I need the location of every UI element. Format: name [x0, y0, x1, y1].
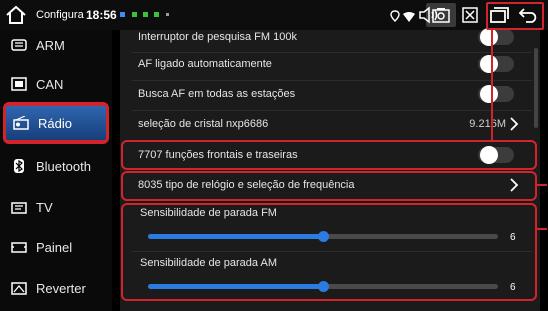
fm-100k-toggle[interactable]	[478, 28, 514, 46]
highlight-topright	[486, 2, 544, 30]
sidebar-item-tv[interactable]: TV	[4, 188, 108, 226]
sidebar-item-painel[interactable]: Painel	[4, 228, 108, 266]
sidebar-item-label: Reverter	[36, 280, 86, 296]
reverse-camera-icon	[10, 280, 28, 296]
settings-sidebar: ARM CAN Rádio Bluetooth TV Painel Revert…	[0, 30, 112, 311]
scrollbar[interactable]	[534, 48, 538, 128]
clock: 18:56	[86, 8, 117, 22]
setting-label: seleção de cristal nxp6686	[138, 118, 269, 130]
bluetooth-icon	[10, 158, 28, 174]
setting-row-af-auto[interactable]: AF ligado automaticamente	[120, 49, 532, 79]
annotation-line	[537, 184, 547, 186]
setting-label: Busca AF em todas as estações	[138, 88, 296, 100]
setting-row-af-search[interactable]: Busca AF em todas as estações	[120, 79, 532, 109]
notification-icon	[132, 12, 137, 17]
home-icon[interactable]	[4, 4, 28, 26]
chip-icon	[10, 37, 28, 53]
setting-row-fm-100k[interactable]: Interruptor de pesquisa FM 100k	[120, 22, 532, 52]
af-search-toggle[interactable]	[478, 85, 514, 103]
app-title: Configura	[36, 9, 84, 21]
toggle-knob	[480, 85, 498, 103]
sidebar-item-can[interactable]: CAN	[4, 65, 108, 103]
sidebar-item-bluetooth[interactable]: Bluetooth	[4, 147, 108, 185]
can-icon	[10, 76, 28, 92]
annotation-line	[491, 30, 493, 140]
notification-icon	[120, 12, 125, 17]
setting-label: Interruptor de pesquisa FM 100k	[138, 31, 297, 43]
sidebar-item-label: Bluetooth	[36, 158, 91, 174]
sidebar-item-label: ARM	[36, 37, 65, 53]
sidebar-item-arm[interactable]: ARM	[4, 26, 108, 64]
notification-icon	[154, 12, 159, 17]
highlight-sliders	[121, 203, 537, 301]
toggle-knob	[480, 55, 498, 73]
chevron-right-icon	[508, 116, 520, 132]
sidebar-item-label: Painel	[36, 239, 73, 255]
crystal-value: 9.216M	[469, 118, 506, 130]
sidebar-item-reverter[interactable]: Reverter	[4, 269, 108, 307]
setting-label: AF ligado automaticamente	[138, 58, 272, 70]
highlight-8035-row	[121, 171, 537, 201]
highlight-7707-row	[121, 140, 537, 170]
notification-icon	[143, 12, 148, 17]
notification-icon	[166, 13, 169, 16]
annotation-line	[537, 228, 547, 230]
highlight-radio-tab	[3, 102, 109, 144]
sidebar-item-label: CAN	[36, 76, 64, 92]
panel-icon	[10, 239, 28, 255]
sidebar-item-label: TV	[36, 199, 53, 215]
toggle-knob	[480, 28, 498, 46]
setting-row-crystal[interactable]: seleção de cristal nxp6686 9.216M	[120, 109, 532, 139]
tv-icon	[10, 199, 28, 215]
af-auto-toggle[interactable]	[478, 55, 514, 73]
